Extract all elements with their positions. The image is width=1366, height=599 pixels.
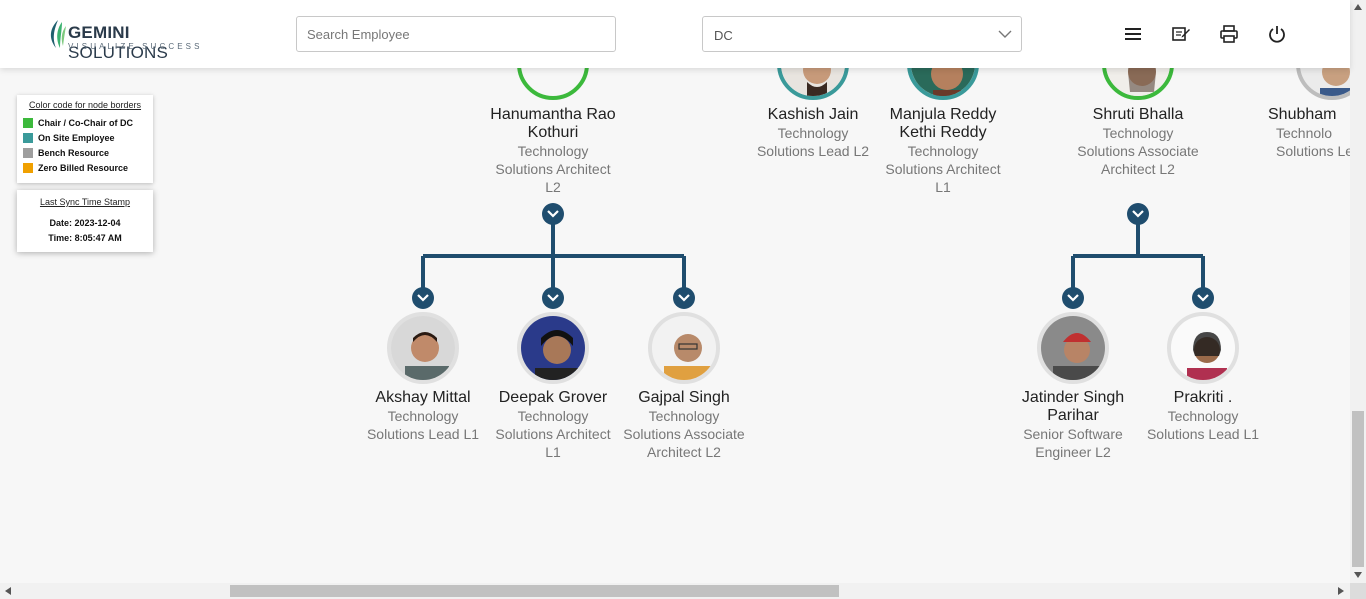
employee-node[interactable]: Hanumantha Rao Kothuri Technology Soluti…	[488, 106, 618, 196]
avatar[interactable]	[1167, 312, 1239, 384]
employee-name: Shubham	[1268, 106, 1337, 123]
legend-swatch	[23, 117, 33, 128]
employee-name: Kashish Jain	[767, 106, 859, 123]
employee-node[interactable]: Kashish Jain Technology Solutions Lead L…	[748, 106, 878, 160]
scroll-down-arrow-icon[interactable]	[1354, 572, 1362, 578]
employee-node[interactable]: Shubham Technolo Solutions Le	[1268, 106, 1358, 160]
legend-label: Bench Resource	[38, 147, 110, 158]
employee-node[interactable]: Jatinder Singh Parihar Senior Software E…	[1008, 389, 1138, 461]
expand-toggle-button[interactable]	[542, 203, 564, 225]
employee-title: Technology Solutions Associate Architect…	[1077, 125, 1199, 177]
employee-name: Manjula Reddy Kethi Reddy	[889, 106, 997, 141]
chevron-down-icon	[417, 294, 429, 302]
employee-title: Technology Solutions Architect L2	[495, 143, 611, 195]
employee-title: Technology Solutions Lead L1	[366, 408, 480, 442]
employee-node[interactable]: Prakriti . Technology Solutions Lead L1	[1138, 389, 1268, 443]
employee-node[interactable]: Shruti Bhalla Technology Solutions Assoc…	[1073, 106, 1203, 225]
chevron-down-icon	[547, 294, 559, 302]
expand-toggle-button[interactable]	[542, 287, 564, 309]
expand-toggle-button[interactable]	[412, 287, 434, 309]
avatar[interactable]	[648, 312, 720, 384]
employee-name: Gajpal Singh	[638, 389, 730, 406]
vertical-scrollbar-thumb[interactable]	[1352, 411, 1364, 567]
border-color-legend: Color code for node borders Chair / Co-C…	[17, 95, 153, 183]
expand-toggle-button[interactable]	[1062, 287, 1084, 309]
leaf-logo-icon	[50, 20, 66, 48]
avatar[interactable]	[517, 312, 589, 384]
legend-swatch	[23, 162, 33, 173]
search-employee-input[interactable]	[296, 16, 616, 52]
employee-title: Technology Solutions Architect L1	[495, 408, 611, 460]
sync-date: Date: 2023-12-04	[49, 218, 121, 228]
chevron-down-icon	[1067, 294, 1079, 302]
scroll-left-arrow-icon[interactable]	[5, 587, 11, 595]
legend-label: Zero Billed Resource	[38, 162, 129, 173]
employee-node[interactable]: Deepak Grover Technology Solutions Archi…	[488, 389, 618, 461]
print-icon[interactable]	[1219, 24, 1239, 44]
power-icon[interactable]	[1267, 24, 1287, 44]
legend-swatch	[23, 132, 33, 143]
employee-name: Prakriti .	[1173, 389, 1233, 406]
employee-node[interactable]: Gajpal Singh Technology Solutions Associ…	[619, 389, 749, 461]
expand-toggle-button[interactable]	[1127, 203, 1149, 225]
employee-node[interactable]: Akshay Mittal Technology Solutions Lead …	[358, 389, 488, 443]
legend-item: Bench Resource	[23, 145, 147, 160]
employee-title: Technolo Solutions Le	[1276, 125, 1354, 159]
legend-title: Color code for node borders	[28, 100, 142, 110]
legend-item: Zero Billed Resource	[23, 160, 147, 175]
employee-name: Jatinder Singh Parihar	[1021, 389, 1125, 424]
legend-item: On Site Employee	[23, 130, 147, 145]
scrollbar-corner	[1350, 583, 1366, 599]
employee-title: Senior Software Engineer L2	[1023, 426, 1123, 460]
scroll-right-arrow-icon[interactable]	[1338, 587, 1344, 595]
chevron-down-icon	[998, 30, 1012, 38]
avatar[interactable]	[387, 312, 459, 384]
horizontal-scrollbar-thumb[interactable]	[230, 585, 839, 597]
employee-title: Technology Solutions Lead L2	[756, 125, 870, 159]
expand-toggle-button[interactable]	[1192, 287, 1214, 309]
gemini-logo[interactable]: GEMINI SOLUTIONS VISUALIZE SUCCESS	[46, 18, 216, 62]
avatar[interactable]	[1037, 312, 1109, 384]
employee-title: Technology Solutions Associate Architect…	[623, 408, 745, 460]
dc-select-value: DC	[714, 28, 733, 43]
expand-toggle-button[interactable]	[673, 287, 695, 309]
top-header: GEMINI SOLUTIONS VISUALIZE SUCCESS DC	[0, 0, 1350, 68]
employee-name: Deepak Grover	[498, 389, 608, 406]
menu-icon[interactable]	[1123, 24, 1143, 44]
legend-swatch	[23, 147, 33, 158]
dc-select[interactable]: DC	[702, 16, 1022, 52]
employee-name: Akshay Mittal	[375, 389, 471, 406]
employee-node[interactable]: Manjula Reddy Kethi Reddy Technology Sol…	[878, 106, 1008, 196]
org-chart: Hanumantha Rao Kothuri Technology Soluti…	[0, 0, 1366, 583]
last-sync-panel: Last Sync Time Stamp Date: 2023-12-04 Ti…	[17, 190, 153, 252]
sync-time: Time: 8:05:47 AM	[48, 233, 122, 243]
chevron-down-icon	[1132, 210, 1144, 218]
legend-label: On Site Employee	[38, 132, 115, 143]
edit-icon[interactable]	[1171, 24, 1191, 44]
logo-tagline: VISUALIZE SUCCESS	[68, 42, 203, 51]
sync-title: Last Sync Time Stamp	[39, 197, 131, 207]
scroll-up-arrow-icon[interactable]	[1354, 4, 1362, 10]
employee-title: Technology Solutions Architect L1	[885, 143, 1001, 195]
legend-label: Chair / Co-Chair of DC	[38, 117, 134, 128]
legend-item: Chair / Co-Chair of DC	[23, 115, 147, 130]
chevron-down-icon	[678, 294, 690, 302]
employee-name: Hanumantha Rao Kothuri	[490, 106, 616, 141]
employee-title: Technology Solutions Lead L1	[1146, 408, 1260, 442]
chevron-down-icon	[1197, 294, 1209, 302]
chevron-down-icon	[547, 210, 559, 218]
employee-name: Shruti Bhalla	[1092, 106, 1184, 123]
